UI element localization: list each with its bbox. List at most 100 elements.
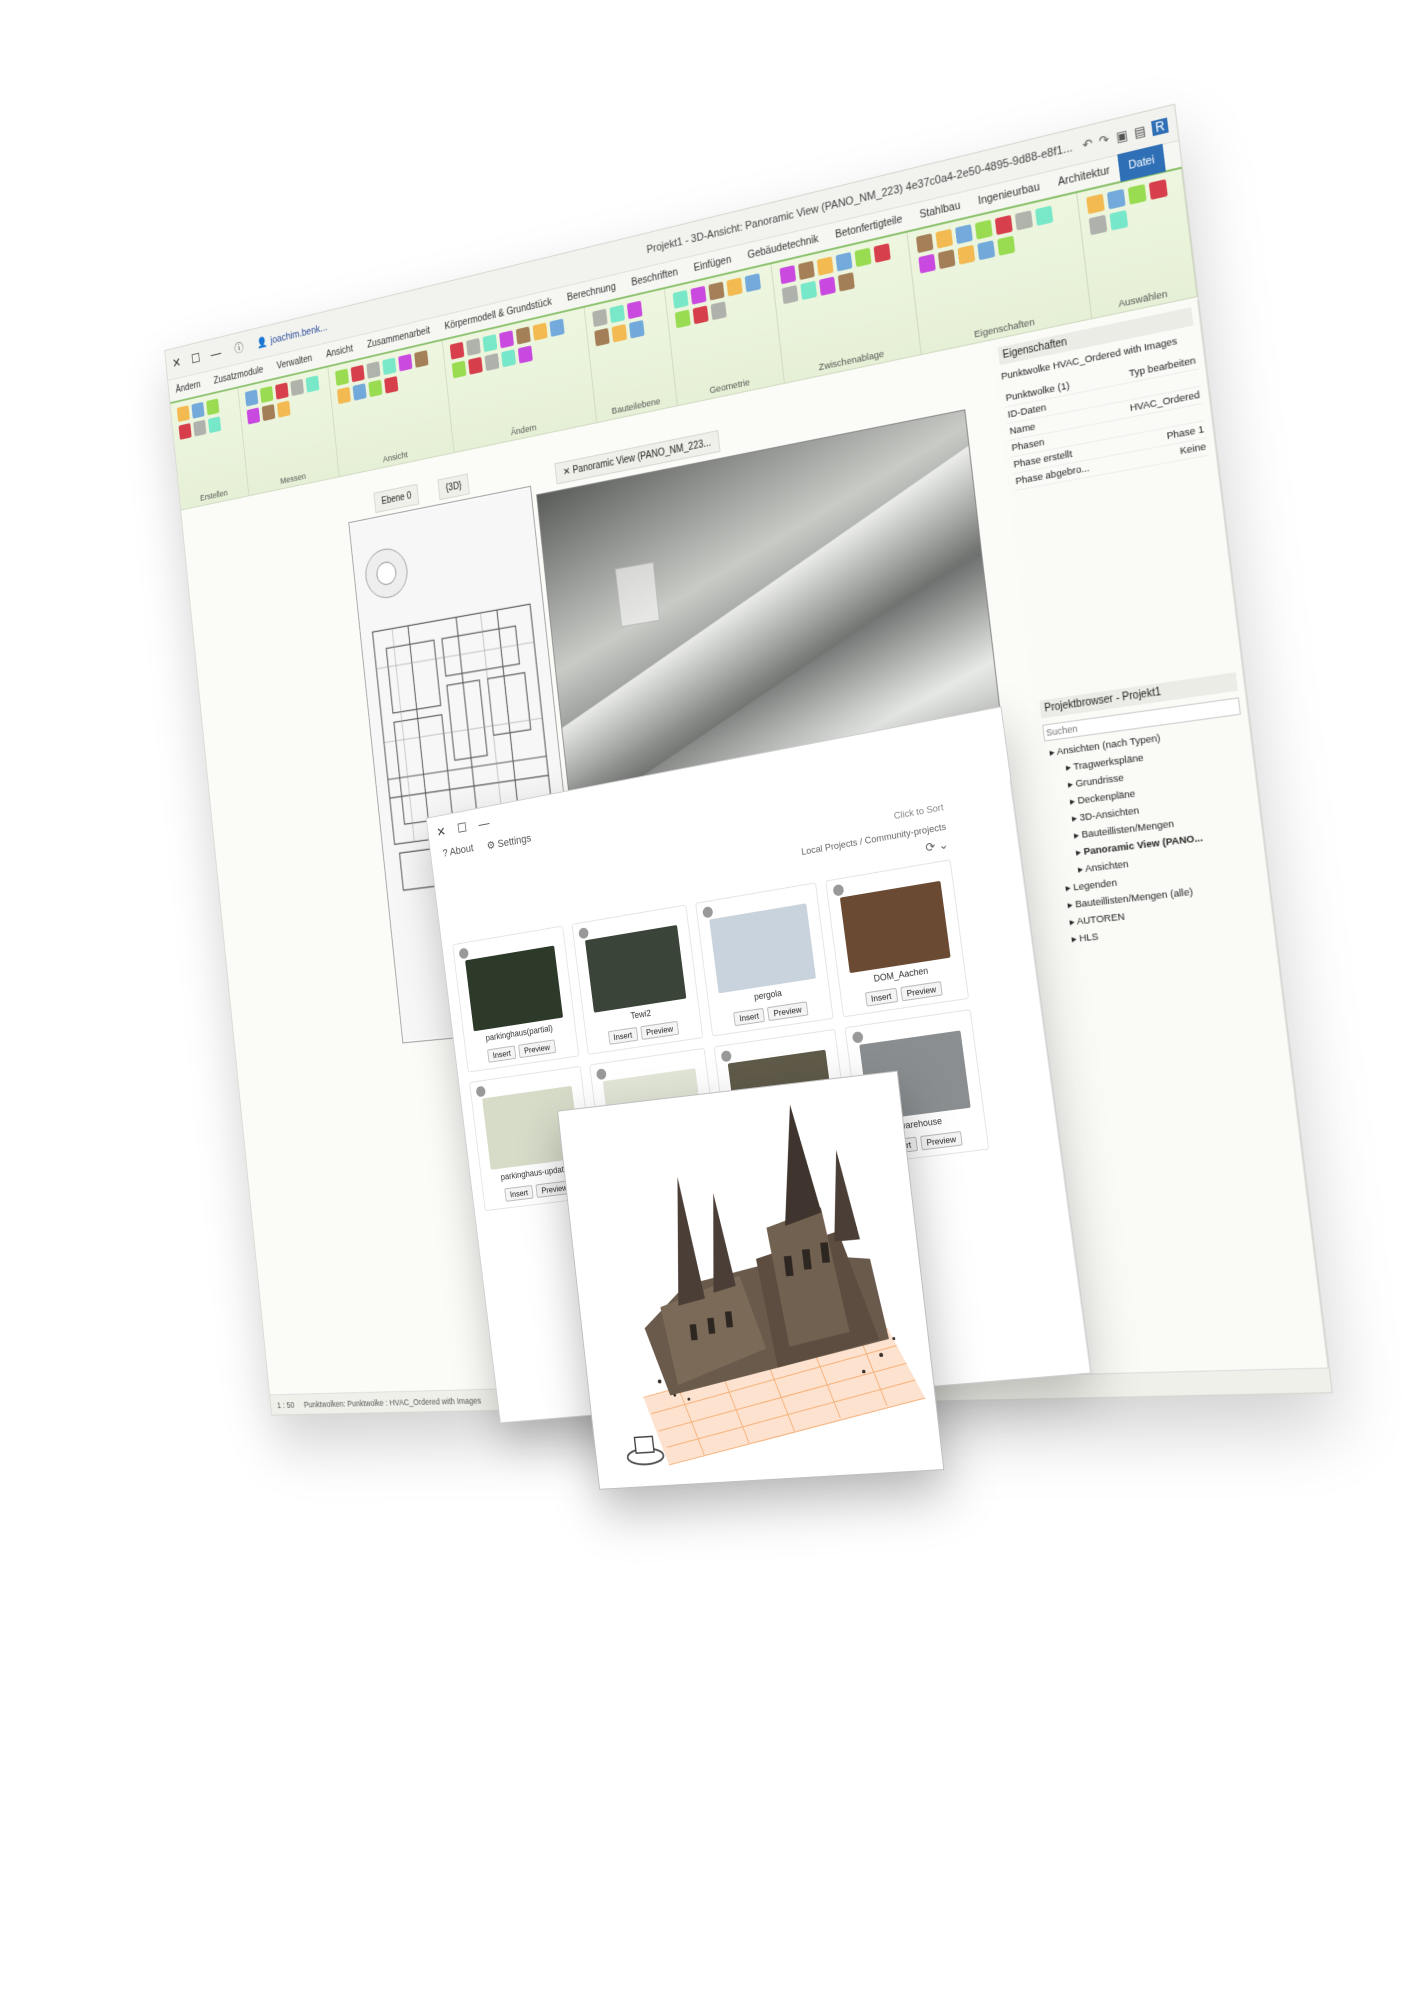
ribbon-tool-icon[interactable] bbox=[955, 224, 973, 245]
project-card[interactable]: Tewi2 Insert Preview bbox=[571, 904, 704, 1056]
preview-button[interactable]: Preview bbox=[767, 1001, 809, 1022]
ribbon-tool-icon[interactable] bbox=[366, 361, 381, 379]
ribbon-tool-icon[interactable] bbox=[781, 284, 799, 305]
ribbon-tool-icon[interactable] bbox=[449, 341, 465, 360]
ribbon-tool-icon[interactable] bbox=[384, 375, 399, 394]
ribbon-tool-icon[interactable] bbox=[975, 219, 993, 240]
ribbon-tool-icon[interactable] bbox=[994, 214, 1013, 236]
ribbon-tool-icon[interactable] bbox=[275, 382, 289, 400]
project-card[interactable]: parkinghaus(partial) Insert Preview bbox=[452, 925, 579, 1073]
ribbon-tool-icon[interactable] bbox=[835, 251, 853, 272]
insert-button[interactable]: Insert bbox=[864, 987, 899, 1007]
ribbon-tool-icon[interactable] bbox=[193, 419, 207, 437]
ribbon-tool-icon[interactable] bbox=[191, 401, 205, 419]
ribbon-tool-icon[interactable] bbox=[259, 385, 274, 404]
ribbon-tool-icon[interactable] bbox=[708, 281, 725, 301]
ribbon-tool-icon[interactable] bbox=[261, 403, 276, 422]
ribbon-tool-icon[interactable] bbox=[609, 304, 626, 324]
ribbon-tool-icon[interactable] bbox=[276, 400, 291, 418]
ribbon-tool-icon[interactable] bbox=[484, 352, 500, 372]
undo-icon[interactable]: ↶ bbox=[1082, 135, 1094, 152]
ribbon-tool-icon[interactable] bbox=[710, 301, 727, 321]
ribbon-tool-icon[interactable] bbox=[838, 272, 856, 292]
preview-button[interactable]: Preview bbox=[640, 1020, 680, 1041]
ribbon-tool-icon[interactable] bbox=[1127, 183, 1147, 205]
project-thumbnail[interactable] bbox=[839, 880, 951, 974]
ribbon-tool-icon[interactable] bbox=[935, 228, 954, 249]
ribbon-tool-icon[interactable] bbox=[672, 289, 689, 309]
ribbon-tool-icon[interactable] bbox=[414, 349, 429, 368]
ribbon-tool-icon[interactable] bbox=[594, 327, 610, 347]
preview-button[interactable]: Preview bbox=[919, 1130, 963, 1151]
open-icon[interactable]: ▤ bbox=[1133, 122, 1147, 140]
ribbon-tool-icon[interactable] bbox=[517, 345, 533, 364]
ribbon-tool-icon[interactable] bbox=[674, 309, 691, 329]
ribbon-tool-icon[interactable] bbox=[819, 276, 837, 296]
ribbon-tool-icon[interactable] bbox=[501, 349, 517, 368]
ribbon-tool-icon[interactable] bbox=[918, 253, 936, 274]
ribbon-tool-icon[interactable] bbox=[368, 379, 383, 398]
maximize-icon[interactable]: ☐ bbox=[190, 350, 201, 367]
ribbon-tool-icon[interactable] bbox=[337, 386, 352, 405]
ribbon-tool-icon[interactable] bbox=[451, 360, 467, 379]
ribbon-tool-icon[interactable] bbox=[244, 389, 259, 407]
ribbon-tool-icon[interactable] bbox=[1014, 210, 1034, 231]
tab-3d-view[interactable]: {3D} bbox=[437, 473, 471, 501]
ribbon-tool-icon[interactable] bbox=[779, 264, 797, 285]
ribbon-tool-icon[interactable] bbox=[499, 330, 515, 349]
ribbon-tool-icon[interactable] bbox=[207, 416, 222, 434]
ribbon-tool-icon[interactable] bbox=[466, 337, 481, 356]
ribbon-tab[interactable]: Ansicht bbox=[319, 341, 361, 362]
ribbon-tool-icon[interactable] bbox=[382, 357, 397, 376]
project-thumbnail[interactable] bbox=[709, 903, 816, 994]
ribbon-tab[interactable]: Ändern bbox=[169, 377, 208, 397]
ribbon-tool-icon[interactable] bbox=[854, 247, 872, 268]
ribbon-tool-icon[interactable] bbox=[628, 319, 645, 339]
project-card[interactable]: DOM_Aachen Insert Preview bbox=[824, 859, 970, 1018]
ribbon-tool-icon[interactable] bbox=[692, 305, 709, 325]
ribbon-tool-icon[interactable] bbox=[246, 407, 261, 425]
save-icon[interactable]: ▣ bbox=[1115, 127, 1129, 145]
ribbon-tool-icon[interactable] bbox=[1109, 209, 1129, 231]
project-thumbnail[interactable] bbox=[584, 924, 687, 1013]
insert-button[interactable]: Insert bbox=[607, 1026, 639, 1045]
ribbon-tool-icon[interactable] bbox=[532, 322, 548, 341]
close-icon[interactable]: ✕ bbox=[436, 824, 447, 841]
close-icon[interactable]: ✕ bbox=[172, 355, 182, 372]
ribbon-tool-icon[interactable] bbox=[335, 368, 350, 386]
point-cloud-preview[interactable] bbox=[557, 1070, 945, 1490]
home-icon[interactable]: R bbox=[1151, 116, 1169, 136]
ribbon-tool-icon[interactable] bbox=[1086, 193, 1105, 215]
insert-button[interactable]: Insert bbox=[733, 1007, 766, 1027]
ribbon-tool-icon[interactable] bbox=[744, 273, 762, 293]
ribbon-tool-icon[interactable] bbox=[977, 240, 996, 261]
ribbon-tool-icon[interactable] bbox=[398, 353, 413, 372]
ribbon-tool-icon[interactable] bbox=[937, 249, 956, 270]
ribbon-tool-icon[interactable] bbox=[873, 243, 891, 263]
preview-button[interactable]: Preview bbox=[900, 980, 943, 1002]
ribbon-tool-icon[interactable] bbox=[352, 383, 367, 401]
project-card[interactable]: pergola Insert Preview bbox=[695, 882, 834, 1037]
insert-button[interactable]: Insert bbox=[504, 1184, 534, 1202]
ribbon-tool-icon[interactable] bbox=[626, 300, 643, 320]
ribbon-tool-icon[interactable] bbox=[611, 323, 628, 343]
minimize-icon[interactable]: — bbox=[210, 345, 222, 363]
minimize-icon[interactable]: — bbox=[478, 815, 491, 832]
ribbon-tool-icon[interactable] bbox=[290, 378, 305, 397]
ribbon-tool-icon[interactable] bbox=[305, 375, 320, 393]
ribbon-tool-icon[interactable] bbox=[957, 244, 976, 265]
help-icon[interactable]: ⓘ bbox=[234, 339, 245, 356]
scale-readout[interactable]: 1 : 50 bbox=[277, 1400, 295, 1410]
ribbon-tool-icon[interactable] bbox=[800, 280, 818, 301]
maximize-icon[interactable]: ☐ bbox=[456, 820, 467, 837]
ribbon-tool-icon[interactable] bbox=[1035, 205, 1054, 226]
ribbon-tool-icon[interactable] bbox=[798, 260, 815, 281]
ribbon-tool-icon[interactable] bbox=[549, 318, 565, 337]
ribbon-tool-icon[interactable] bbox=[1088, 214, 1108, 236]
ribbon-tool-icon[interactable] bbox=[350, 364, 365, 383]
ribbon-tool-icon[interactable] bbox=[997, 235, 1016, 256]
ribbon-tool-icon[interactable] bbox=[816, 256, 834, 276]
ribbon-tool-icon[interactable] bbox=[515, 326, 531, 345]
ribbon-tool-icon[interactable] bbox=[916, 233, 934, 254]
ribbon-tool-icon[interactable] bbox=[1148, 179, 1168, 200]
